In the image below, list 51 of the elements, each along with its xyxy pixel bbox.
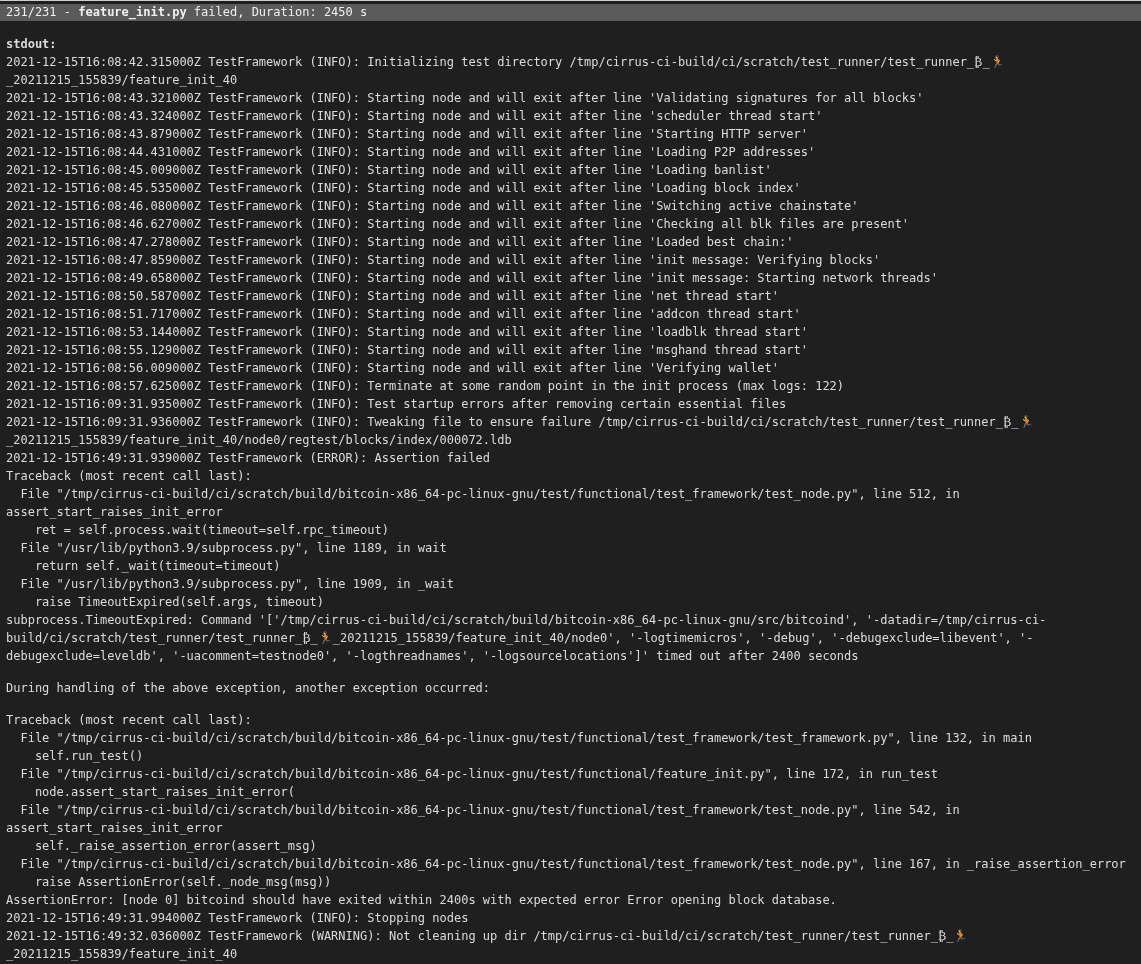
log-line: 2021-12-15T16:08:50.587000Z TestFramework (INFO): Starting node and will exit after line 'net thread start'	[5, 288, 780, 305]
log-line: 2021-12-15T16:08:43.324000Z TestFramework (INFO): Starting node and will exit after line 'scheduler thread start'	[5, 108, 823, 125]
log-line: Traceback (most recent call last):	[5, 468, 252, 485]
log-line: self._raise_assertion_error(assert_msg)	[33, 838, 317, 855]
log-line: 2021-12-15T16:08:51.717000Z TestFramework (INFO): Starting node and will exit after line 'addcon thread start'	[5, 306, 801, 323]
log-line: During handling of the above exception, another exception occurred:	[5, 680, 491, 697]
log-line: 2021-12-15T16:09:31.935000Z TestFramework (INFO): Test startup errors after removing certain essential files	[5, 396, 787, 413]
log-line: File "/tmp/cirrus-ci-build/ci/scratch/build/bitcoin-x86_64-pc-linux-gnu/test/functional/test_framework/test_node.py", line 512, in	[19, 486, 960, 503]
log-line: 2021-12-15T16:08:55.129000Z TestFramework (INFO): Starting node and will exit after line 'msghand thread start'	[5, 342, 808, 359]
log-line: assert_start_raises_init_error	[5, 820, 223, 837]
log-line: 2021-12-15T16:49:31.939000Z TestFramework (ERROR): Assertion failed	[5, 450, 491, 467]
log-line: File "/usr/lib/python3.9/subprocess.py", line 1189, in wait	[19, 540, 447, 557]
log-line: File "/tmp/cirrus-ci-build/ci/scratch/build/bitcoin-x86_64-pc-linux-gnu/test/functional/test_framework/test_framework.py", line 132, in main	[19, 730, 1032, 747]
log-line: 2021-12-15T16:08:44.431000Z TestFramework (INFO): Starting node and will exit after line 'Loading P2P addresses'	[5, 144, 816, 161]
log-line: 2021-12-15T16:08:43.879000Z TestFramework (INFO): Starting node and will exit after line 'Starting HTTP server'	[5, 126, 808, 143]
log-line: File "/tmp/cirrus-ci-build/ci/scratch/build/bitcoin-x86_64-pc-linux-gnu/test/functional/feature_init.py", line 172, in run_test	[19, 766, 938, 783]
log-line: 2021-12-15T16:08:45.009000Z TestFramework (INFO): Starting node and will exit after line 'Loading banlist'	[5, 162, 772, 179]
log-line: raise AssertionError(self._node_msg(msg))	[33, 874, 332, 891]
log-line: 2021-12-15T16:08:42.315000Z TestFramework (INFO): Initializing test directory /tmp/cirrus-ci-build/ci/scratch/test_runner/test_runner_₿_🏃	[5, 54, 1005, 71]
log-line: node.assert_start_raises_init_error(	[33, 784, 295, 801]
log-line: 2021-12-15T16:08:57.625000Z TestFramework (INFO): Terminate at some random point in the init process (max logs: 122)	[5, 378, 845, 395]
log-line: self.run_test()	[33, 748, 144, 765]
log-line: 2021-12-15T16:09:31.936000Z TestFramework (INFO): Tweaking file to ensure failure /tmp/cirrus-ci-build/ci/scratch/test_runner/test_runner_₿_🏃	[5, 414, 1034, 431]
log-line: File "/tmp/cirrus-ci-build/ci/scratch/build/bitcoin-x86_64-pc-linux-gnu/test/functional/test_framework/test_node.py", line 167, in _raise_assertion_error	[19, 856, 1126, 873]
log-line: debugexclude=leveldb', '-uacomment=testnode0', '-logthreadnames', '-logsourcelocations']' timed out after 2400 seconds	[5, 648, 859, 665]
log-line: 2021-12-15T16:08:56.009000Z TestFramework (INFO): Starting node and will exit after line 'Verifying wallet'	[5, 360, 780, 377]
log-line: 2021-12-15T16:49:31.994000Z TestFramework (INFO): Stopping nodes	[5, 910, 469, 927]
log-line: raise TimeoutExpired(self.args, timeout)	[33, 594, 324, 611]
log-line: Traceback (most recent call last):	[5, 712, 252, 729]
log-line: 2021-12-15T16:49:32.036000Z TestFramework (WARNING): Not cleaning up dir /tmp/cirrus-ci-build/ci/scratch/test_runner/test_runner_₿_🏃	[5, 928, 969, 945]
log-line: _20211215_155839/feature_init_40/node0/regtest/blocks/index/000072.ldb	[5, 432, 512, 449]
log-line: 2021-12-15T16:08:49.658000Z TestFramework (INFO): Starting node and will exit after line 'init message: Starting network threads'	[5, 270, 938, 287]
log-line: 2021-12-15T16:08:47.859000Z TestFramework (INFO): Starting node and will exit after line 'init message: Verifying blocks'	[5, 252, 881, 269]
test-result-header: 231/231 - feature_init.py failed, Duration: 2450 s	[0, 4, 1141, 21]
log-line: 2021-12-15T16:08:46.080000Z TestFramework (INFO): Starting node and will exit after line 'Switching active chainstate'	[5, 198, 859, 215]
log-line: return self._wait(timeout=timeout)	[33, 558, 281, 575]
log-line: 2021-12-15T16:08:43.321000Z TestFramework (INFO): Starting node and will exit after line 'Validating signatures for all blocks'	[5, 90, 924, 107]
log-line: build/ci/scratch/test_runner/test_runner_₿_🏃_20211215_155839/feature_init_40/node0', '-logtimemicros', '-debug', '-debugexclude=libevent', '-	[5, 630, 1034, 647]
log-line: 2021-12-15T16:08:47.278000Z TestFramework (INFO): Starting node and will exit after line 'Loaded best chain:'	[5, 234, 794, 251]
log-line: AssertionError: [node 0] bitcoind should have exited within 2400s with expected error Error opening block database.	[5, 892, 837, 909]
log-line: 2021-12-15T16:08:53.144000Z TestFramework (INFO): Starting node and will exit after line 'loadblk thread start'	[5, 324, 808, 341]
log-line: File "/tmp/cirrus-ci-build/ci/scratch/build/bitcoin-x86_64-pc-linux-gnu/test/functional/test_framework/test_node.py", line 542, in	[19, 802, 960, 819]
log-line: 2021-12-15T16:08:45.535000Z TestFramework (INFO): Starting node and will exit after line 'Loading block index'	[5, 180, 801, 197]
log-line: 2021-12-15T16:08:46.627000Z TestFramework (INFO): Starting node and will exit after line 'Checking all blk files are present'	[5, 216, 910, 233]
log-line: ret = self.process.wait(timeout=self.rpc_timeout)	[33, 522, 389, 539]
log-line: assert_start_raises_init_error	[5, 504, 223, 521]
log-line: _20211215_155839/feature_init_40	[5, 946, 238, 963]
log-line: stdout:	[5, 36, 57, 53]
log-line: subprocess.TimeoutExpired: Command '['/tmp/cirrus-ci-build/ci/scratch/build/bitcoin-x86_64-pc-linux-gnu/src/bitcoind', '-datadir=/tmp/cirrus-ci-	[5, 612, 1047, 629]
log-line: _20211215_155839/feature_init_40	[5, 72, 238, 89]
log-line: File "/usr/lib/python3.9/subprocess.py", line 1909, in _wait	[19, 576, 454, 593]
